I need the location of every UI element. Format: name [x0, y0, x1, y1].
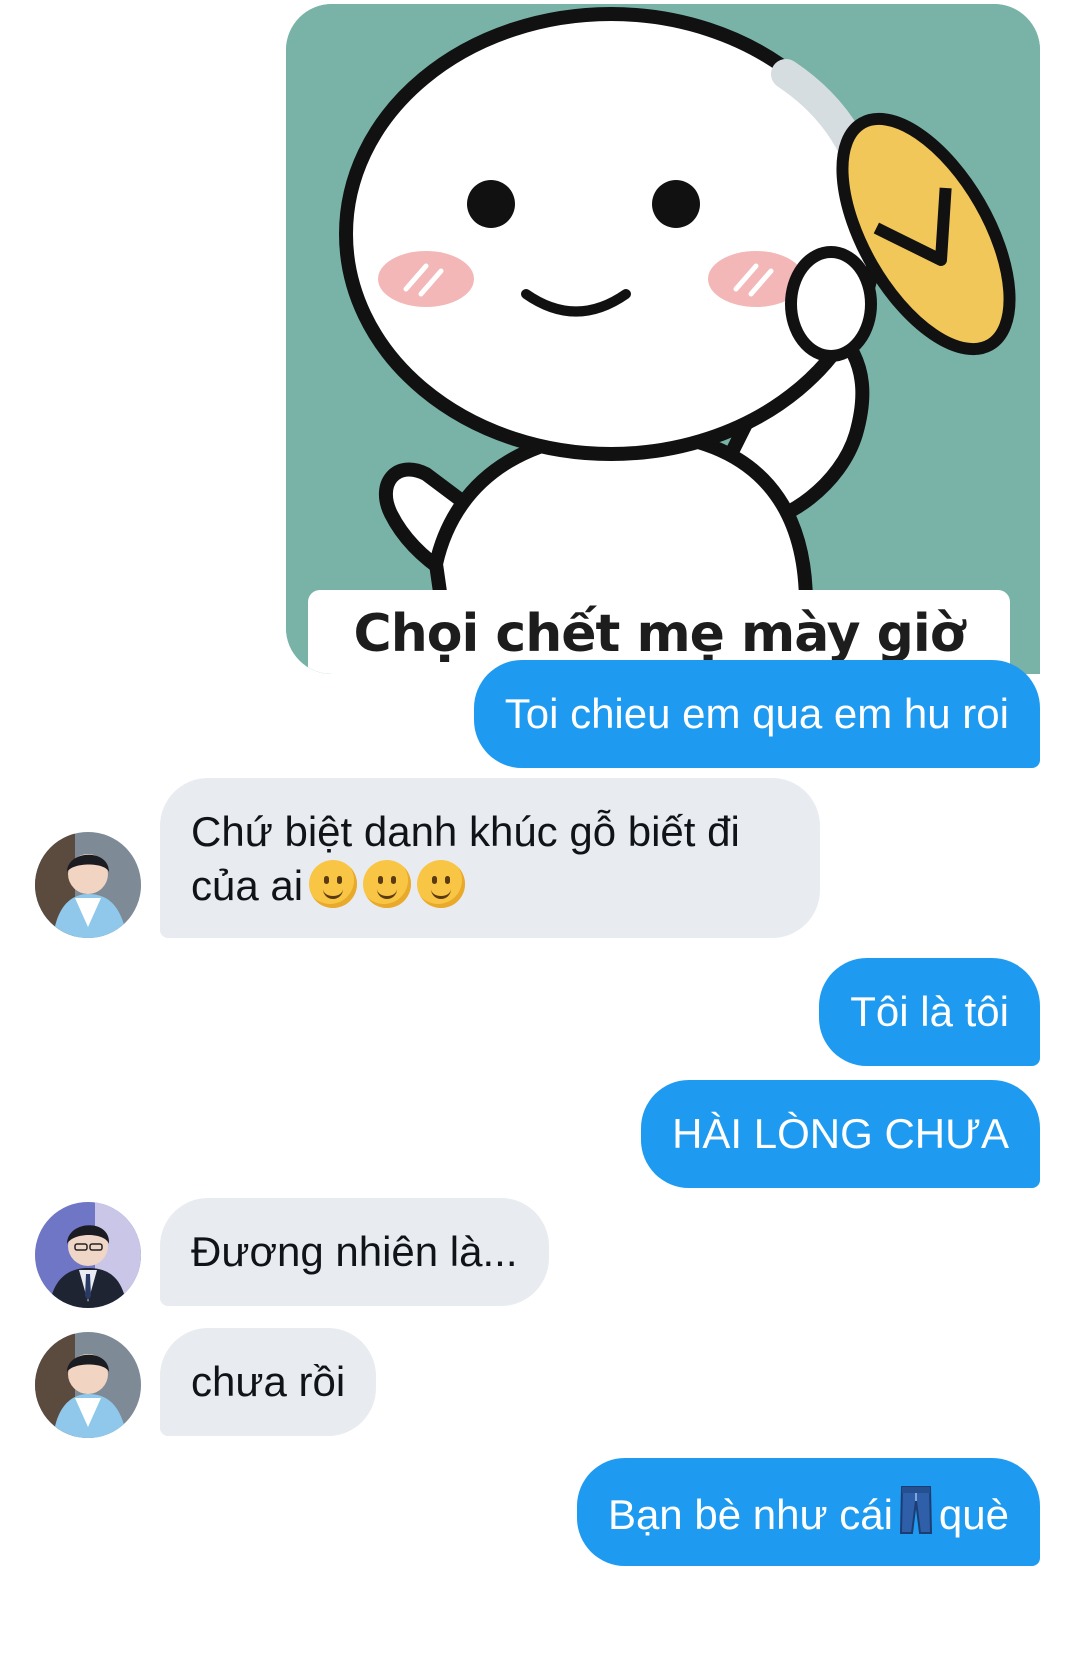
slightly-smiling-face-emoji: [363, 860, 412, 908]
avatar-hanbok[interactable]: [35, 832, 141, 938]
received-message-bubble[interactable]: chưa rồi: [160, 1328, 377, 1436]
message-text-line-2: của ai: [191, 862, 304, 909]
received-message-bubble[interactable]: Chứ biệt danh khúc gỗ biết đi của ai: [160, 778, 820, 938]
slightly-smiling-face-emoji: [417, 860, 466, 908]
jeans-emoji: [899, 1486, 932, 1534]
slightly-smiling-face-emoji: [309, 860, 358, 908]
sticker-illustration: [286, 4, 1040, 674]
message-text: Đương nhiên là...: [191, 1228, 518, 1275]
message-text-after: què: [938, 1491, 1009, 1538]
message-text: HÀI LÒNG CHƯA: [672, 1110, 1009, 1157]
sent-message-bubble[interactable]: HÀI LÒNG CHƯA: [641, 1080, 1040, 1188]
sticker-caption: Chọi chết mẹ mày giờ: [353, 604, 966, 664]
received-message-bubble[interactable]: Đương nhiên là...: [160, 1198, 549, 1306]
avatar-suit[interactable]: [35, 1202, 141, 1308]
avatar-hanbok[interactable]: [35, 1332, 141, 1438]
sent-message-bubble[interactable]: Tôi là tôi: [819, 958, 1040, 1066]
sent-message-bubble[interactable]: Toi chieu em qua em hu roi: [473, 660, 1040, 768]
message-text-before: Bạn bè như cái: [607, 1491, 893, 1538]
message-text: Toi chieu em qua em hu roi: [504, 690, 1009, 737]
message-text: Tôi là tôi: [850, 988, 1009, 1035]
message-text-line-1: Chứ biệt danh khúc gỗ biết đi: [191, 808, 740, 855]
message-thread: Chọi chết mẹ mày giờ Toi chieu em qua em…: [0, 0, 1077, 1660]
sent-message-bubble[interactable]: Bạn bè như cái què: [576, 1458, 1040, 1566]
sticker-image-message[interactable]: Chọi chết mẹ mày giờ: [286, 4, 1040, 674]
message-text: chưa rồi: [191, 1358, 346, 1405]
